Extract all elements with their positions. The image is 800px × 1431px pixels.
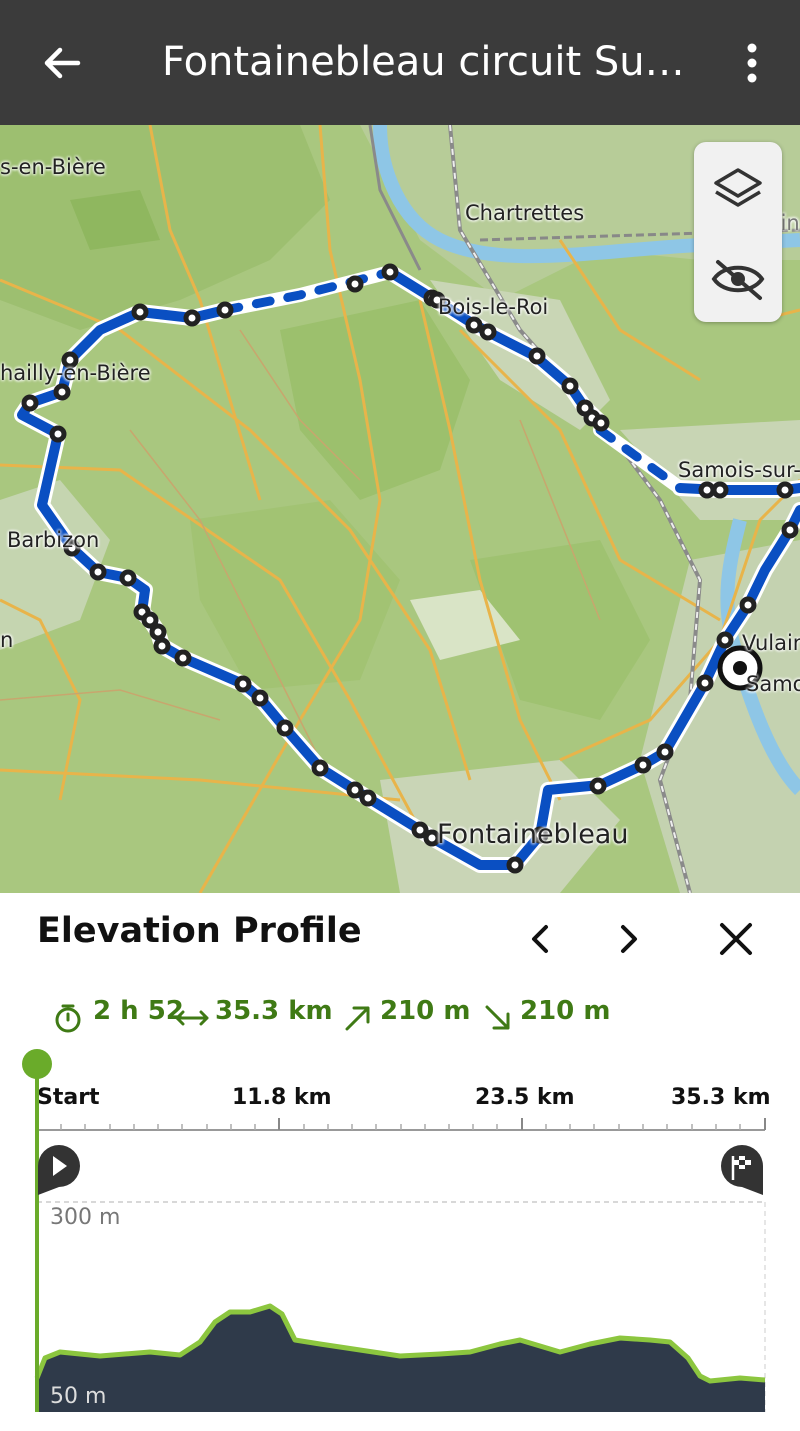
map-label-barbizon: Barbizon — [7, 528, 100, 552]
map-label-bois-le-roi: Bois-le-Roi — [438, 295, 549, 319]
map-controls — [694, 142, 782, 322]
map-view[interactable]: s-en-Bière Chartrettes Fontain Bois-le-R… — [0, 125, 800, 893]
elevation-min-label: 50 m — [50, 1384, 107, 1409]
finish-flag-icon — [721, 1145, 763, 1195]
layers-icon[interactable] — [694, 142, 782, 232]
elevation-profile-area — [37, 1306, 765, 1412]
start-marker-icon — [38, 1145, 80, 1195]
map-label-edge: n — [0, 628, 14, 652]
map-label-chailly: hailly-en-Bière — [0, 361, 151, 385]
position-cursor-handle — [22, 1049, 52, 1079]
page-title: Fontainebleau circuit Sun… — [162, 39, 692, 85]
map-label-vulaines: Vulain — [742, 631, 800, 655]
more-vert-icon[interactable] — [730, 38, 774, 88]
elevation-chart[interactable] — [0, 893, 800, 1431]
map-label-fontainebleau: Fontainebleau — [437, 819, 629, 850]
map-label-samois: Samois-sur- — [678, 458, 800, 482]
map-label-perthes: s-en-Bière — [0, 155, 106, 179]
app-bar: Fontainebleau circuit Sun… — [0, 0, 800, 125]
map-label-chartrettes: Chartrettes — [465, 201, 585, 225]
map-canvas — [0, 125, 800, 893]
elevation-max-label: 300 m — [50, 1205, 121, 1230]
arrow-left-icon[interactable] — [38, 38, 88, 88]
elevation-sheet: Elevation Profile 2 h 52 35.3 km 210 m 2… — [0, 893, 800, 1431]
map-label-samoreau: Samo — [746, 672, 800, 696]
eye-off-icon[interactable] — [694, 232, 782, 322]
